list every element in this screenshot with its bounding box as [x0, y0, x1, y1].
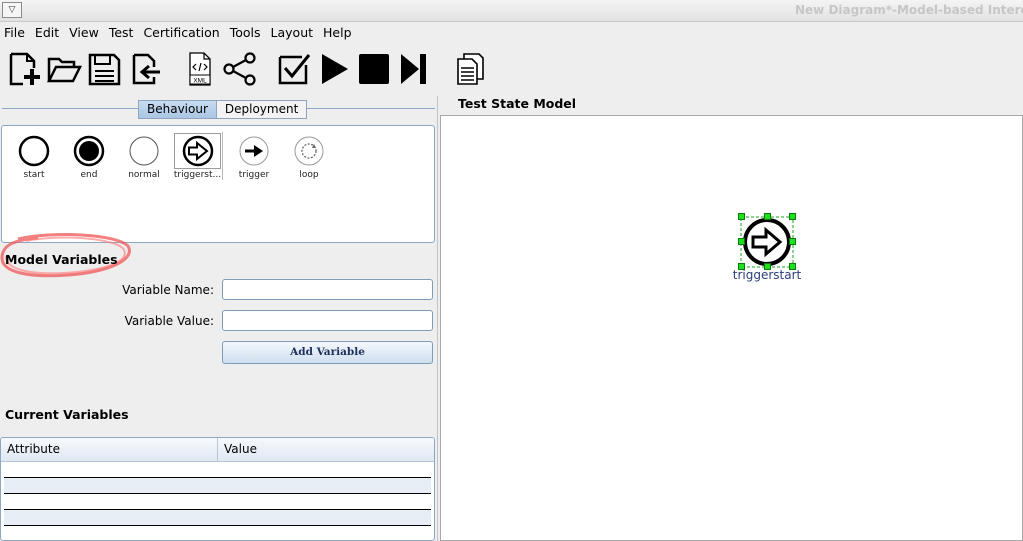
tab-bar: Behaviour Deployment [138, 100, 308, 119]
palette-item-end[interactable]: end [64, 132, 114, 180]
start-circle-icon [18, 135, 50, 167]
variable-name-label: Variable Name: [122, 283, 214, 297]
play-icon [322, 54, 348, 84]
add-variable-button[interactable]: Add Variable [222, 341, 433, 364]
variable-name-input[interactable] [222, 279, 433, 300]
save-icon [88, 53, 121, 86]
stop-button[interactable] [356, 50, 392, 88]
new-diagram-button[interactable] [6, 50, 42, 88]
palette-label: start [23, 170, 45, 180]
menu-file[interactable]: File [0, 24, 30, 42]
node-label: triggerstart [732, 268, 802, 282]
step-button[interactable] [396, 50, 432, 88]
open-folder-icon [46, 57, 82, 83]
column-header-attribute[interactable]: Attribute [1, 438, 218, 461]
normal-circle-icon [129, 136, 159, 166]
end-circle-icon [73, 135, 105, 167]
validate-button[interactable] [276, 50, 312, 88]
palette-item-trigger[interactable]: trigger [229, 132, 279, 180]
menu-view[interactable]: View [64, 24, 104, 42]
shape-palette: start end normal triggerst... trigger lo… [1, 125, 435, 243]
table-row[interactable] [4, 510, 431, 526]
xml-text: XML [193, 78, 207, 85]
menu-certification[interactable]: Certification [138, 24, 224, 42]
split-pane-divider[interactable] [437, 96, 438, 541]
resize-handle[interactable] [738, 213, 745, 220]
palette-item-loop[interactable]: loop [284, 132, 334, 180]
palette-item-start[interactable]: start [9, 132, 59, 180]
table-row[interactable] [4, 462, 431, 478]
canvas-title: Test State Model [458, 96, 577, 111]
new-diagram-icon [9, 52, 40, 86]
menu-tools[interactable]: Tools [225, 24, 266, 42]
menu-help[interactable]: Help [318, 24, 357, 42]
palette-item-normal[interactable]: normal [119, 132, 169, 180]
menu-bar: File Edit View Test Certification Tools … [0, 24, 357, 42]
documents-icon [457, 53, 484, 85]
import-icon [132, 53, 160, 85]
save-button[interactable] [86, 50, 122, 88]
palette-item-triggerstart[interactable]: triggerst... [173, 132, 223, 180]
resize-handle[interactable] [789, 238, 796, 245]
model-variables-heading: Model Variables [5, 252, 118, 267]
window-title: New Diagram*-Model-based Interope [795, 3, 1023, 17]
palette-label: end [80, 170, 98, 180]
title-bar: ▽ New Diagram*-Model-based Interope [0, 0, 1023, 22]
menu-test[interactable]: Test [104, 24, 139, 42]
current-variables-heading: Current Variables [5, 407, 129, 422]
run-button[interactable] [316, 50, 352, 88]
share-icon [223, 52, 256, 86]
app-window: ▽ New Diagram*-Model-based Interope File… [0, 0, 1023, 541]
trigger-arrow-icon [239, 136, 269, 166]
table-row[interactable] [4, 494, 431, 510]
palette-label: normal [128, 170, 160, 180]
open-button[interactable] [46, 50, 82, 88]
xml-export-button[interactable]: XML [182, 50, 218, 88]
resize-handle[interactable] [764, 213, 771, 220]
palette-label: triggerst... [173, 170, 222, 180]
step-forward-icon [401, 54, 426, 84]
variable-value-label: Variable Value: [124, 314, 214, 328]
stop-icon [359, 54, 389, 84]
validate-icon [278, 54, 311, 85]
import-button[interactable] [126, 50, 162, 88]
variables-table: Attribute Value [0, 437, 435, 541]
trigger-start-icon [182, 135, 213, 167]
menu-layout[interactable]: Layout [266, 24, 319, 42]
palette-label: loop [299, 170, 319, 180]
documents-button[interactable] [452, 50, 488, 88]
xml-export-icon: XML [189, 52, 211, 86]
loop-icon [294, 136, 324, 166]
system-menu-button[interactable]: ▽ [2, 2, 22, 18]
resize-handle[interactable] [789, 213, 796, 220]
column-header-value[interactable]: Value [218, 438, 257, 461]
palette-label: trigger [238, 170, 270, 180]
table-row[interactable] [4, 478, 431, 494]
table-header: Attribute Value [1, 438, 434, 462]
variable-value-input[interactable] [222, 310, 433, 331]
diagram-canvas[interactable] [440, 115, 1023, 541]
share-button[interactable] [222, 50, 258, 88]
tab-behaviour[interactable]: Behaviour [138, 100, 217, 119]
tab-deployment[interactable]: Deployment [216, 100, 308, 119]
table-row[interactable] [4, 526, 431, 540]
resize-handle[interactable] [738, 238, 745, 245]
menu-edit[interactable]: Edit [30, 24, 64, 42]
left-panel: Behaviour Deployment start end normal tr… [0, 96, 437, 541]
